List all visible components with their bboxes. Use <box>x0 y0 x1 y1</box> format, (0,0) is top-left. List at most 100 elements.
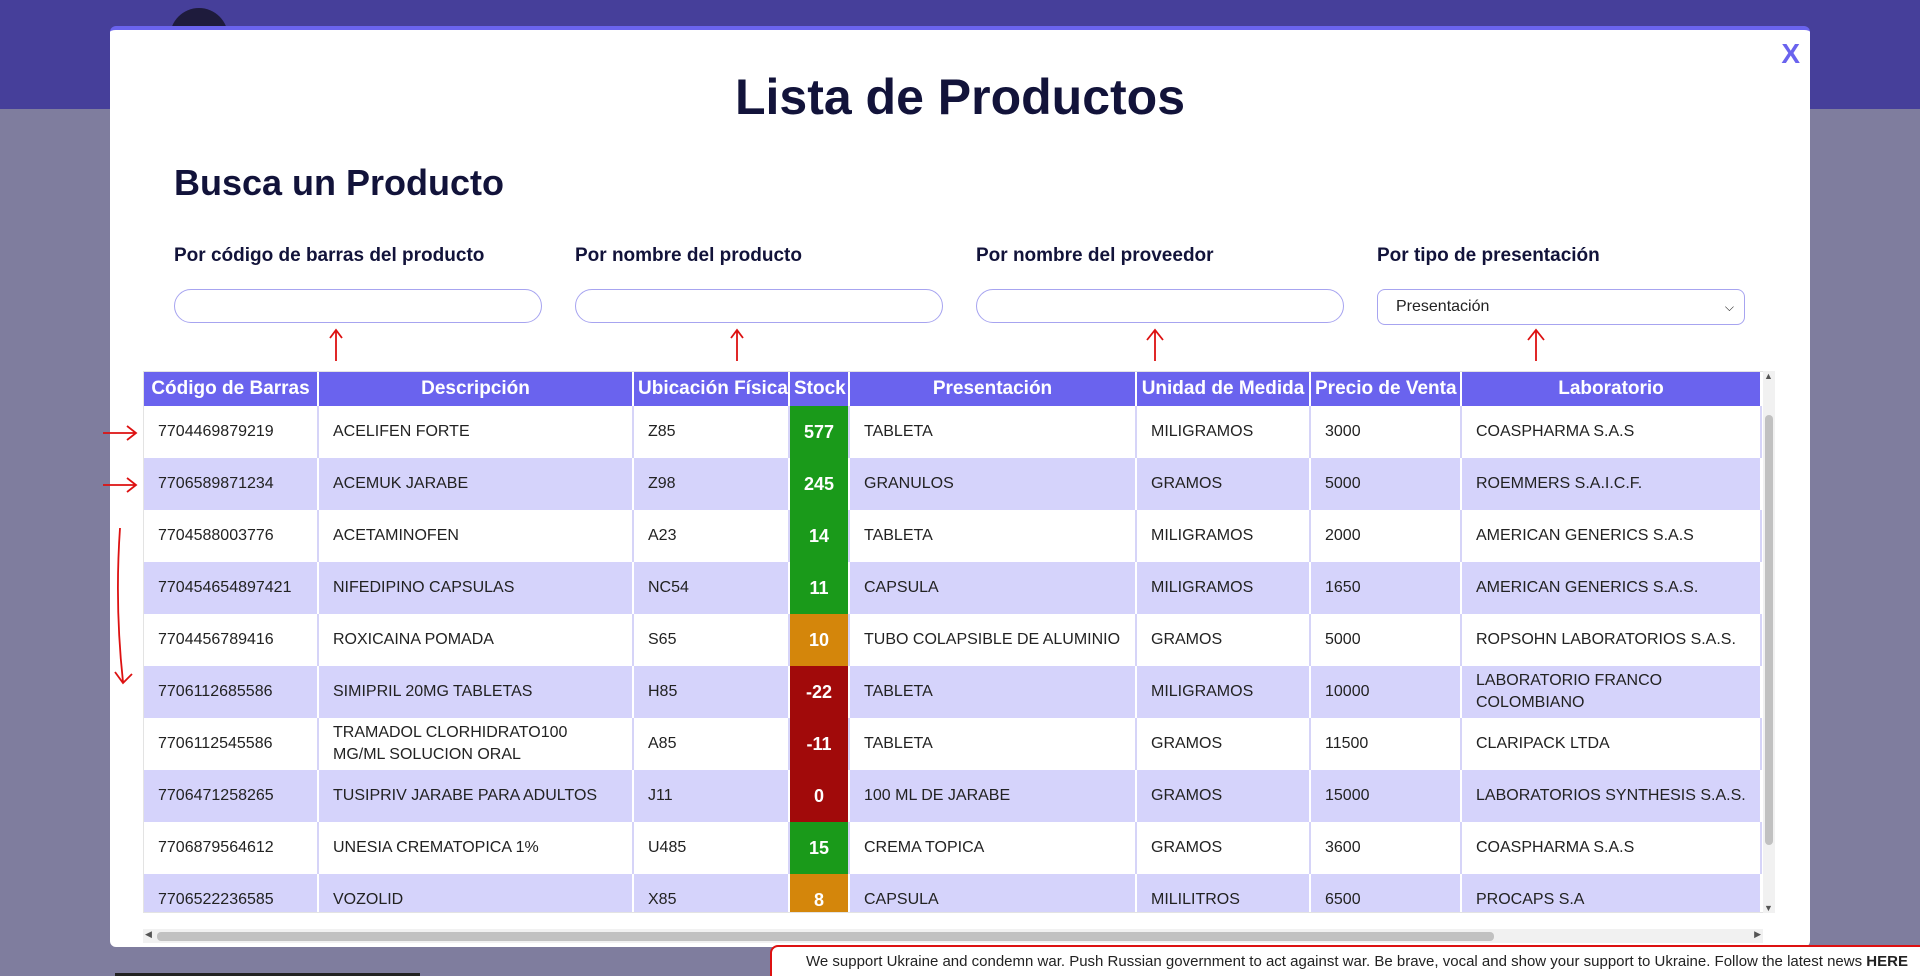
scroll-right-icon[interactable]: ▶ <box>1754 929 1761 940</box>
arrow-up-icon <box>329 328 343 361</box>
cell-presentation: CAPSULA <box>849 562 1137 614</box>
cell-price: 1650 <box>1310 562 1462 614</box>
ukraine-support-banner: We support Ukraine and condemn war. Push… <box>770 945 1920 976</box>
name-filter: Por nombre del producto <box>575 245 945 323</box>
cell-price: 5000 <box>1310 614 1462 666</box>
column-header-description[interactable]: Descripción <box>318 372 634 406</box>
table-row[interactable]: 7706112685586 SIMIPRIL 20MG TABLETAS H85… <box>144 666 1762 718</box>
stock-badge: 11 <box>789 562 850 614</box>
cell-location: H85 <box>633 666 790 718</box>
modal-title: Lista de Productos <box>734 69 1186 125</box>
cell-description: ROXICAINA POMADA <box>318 614 634 666</box>
stock-badge: 10 <box>789 614 850 666</box>
presentation-select-value: Presentación <box>1396 298 1490 315</box>
cell-lab: AMERICAN GENERICS S.A.S <box>1461 510 1762 562</box>
table-row[interactable]: 7704588003776 ACETAMINOFEN A23 14 TABLET… <box>144 510 1762 562</box>
table-row[interactable]: 7706112545586 TRAMADOL CLORHIDRATO100 MG… <box>144 718 1762 770</box>
table-row[interactable]: 7706879564612 UNESIA CREMATOPICA 1% U485… <box>144 822 1762 874</box>
supplier-search-input[interactable] <box>976 289 1344 323</box>
cell-description: NIFEDIPINO CAPSULAS <box>318 562 634 614</box>
barcode-filter: Por código de barras del producto <box>174 245 544 323</box>
cell-description: ACETAMINOFEN <box>318 510 634 562</box>
column-header-price[interactable]: Precio de Venta <box>1310 372 1462 406</box>
arrow-up-icon <box>1146 328 1164 361</box>
cell-presentation: CAPSULA <box>849 874 1137 912</box>
cell-presentation: TUBO COLAPSIBLE DE ALUMINIO <box>849 614 1137 666</box>
close-button[interactable]: X <box>1781 38 1800 70</box>
product-list-modal: X Lista de Productos Busca un Producto P… <box>103 26 1810 947</box>
stock-badge: 8 <box>789 874 850 912</box>
cell-lab: LABORATORIOS SYNTHESIS S.A.S. <box>1461 770 1762 822</box>
barcode-filter-label: Por código de barras del producto <box>174 245 485 266</box>
cell-lab: AMERICAN GENERICS S.A.S. <box>1461 562 1762 614</box>
cell-description: SIMIPRIL 20MG TABLETAS <box>318 666 634 718</box>
cell-presentation: 100 ML DE JARABE <box>849 770 1137 822</box>
cell-barcode: 7704456789416 <box>144 614 319 666</box>
search-section-title: Busca un Producto <box>174 162 505 203</box>
cell-lab: COASPHARMA S.A.S <box>1461 822 1762 874</box>
cell-lab: COASPHARMA S.A.S <box>1461 406 1762 458</box>
stock-badge: 0 <box>789 770 850 822</box>
products-table-container: Código de Barras Descripción Ubicación F… <box>143 371 1774 913</box>
cell-unit: MILIGRAMOS <box>1136 510 1311 562</box>
cell-barcode: 7704469879219 <box>144 406 319 458</box>
column-header-stock[interactable]: Stock <box>789 372 850 406</box>
column-header-lab[interactable]: Laboratorio <box>1461 372 1762 406</box>
cell-lab: ROEMMERS S.A.I.C.F. <box>1461 458 1762 510</box>
scrollbar-thumb[interactable] <box>157 932 1494 941</box>
table-row[interactable]: 7706471258265 TUSIPRIV JARABE PARA ADULT… <box>144 770 1762 822</box>
cell-unit: GRAMOS <box>1136 822 1311 874</box>
cell-location: J11 <box>633 770 790 822</box>
cell-description: UNESIA CREMATOPICA 1% <box>318 822 634 874</box>
banner-link[interactable]: HERE <box>1866 953 1908 970</box>
name-search-input[interactable] <box>575 289 943 323</box>
column-header-barcode[interactable]: Código de Barras <box>144 372 319 406</box>
table-row[interactable]: 7706522236585 VOZOLID X85 8 CAPSULA MILI… <box>144 874 1762 912</box>
presentation-filter-label: Por tipo de presentación <box>1377 245 1600 266</box>
banner-text: We support Ukraine and condemn war. Push… <box>806 953 1867 970</box>
cell-presentation: TABLETA <box>849 666 1137 718</box>
products-table: Código de Barras Descripción Ubicación F… <box>144 372 1762 912</box>
table-row[interactable]: 7704469879219 ACELIFEN FORTE Z85 577 TAB… <box>144 406 1762 458</box>
cell-price: 15000 <box>1310 770 1462 822</box>
barcode-search-input[interactable] <box>174 289 542 323</box>
column-header-presentation[interactable]: Presentación <box>849 372 1137 406</box>
table-row[interactable]: 7706589871234 ACEMUK JARABE Z98 245 GRAN… <box>144 458 1762 510</box>
column-header-location[interactable]: Ubicación Física <box>633 372 790 406</box>
scroll-up-icon[interactable]: ▲ <box>1764 371 1773 381</box>
arrow-up-icon <box>730 328 744 361</box>
cell-presentation: CREMA TOPICA <box>849 822 1137 874</box>
cell-lab: LABORATORIO FRANCO COLOMBIANO <box>1461 666 1762 718</box>
column-header-unit[interactable]: Unidad de Medida <box>1136 372 1311 406</box>
table-horizontal-scrollbar[interactable]: ◀ ▶ <box>143 929 1763 943</box>
cell-barcode: 7706112685586 <box>144 666 319 718</box>
table-row[interactable]: 770454654897421 NIFEDIPINO CAPSULAS NC54… <box>144 562 1762 614</box>
scroll-left-icon[interactable]: ◀ <box>145 929 152 940</box>
cell-unit: MILIGRAMOS <box>1136 666 1311 718</box>
scrollbar-thumb[interactable] <box>1765 415 1773 845</box>
cell-lab: ROPSOHN LABORATORIOS S.A.S. <box>1461 614 1762 666</box>
presentation-select[interactable]: Presentación ⌵ <box>1377 289 1745 325</box>
cell-unit: GRAMOS <box>1136 770 1311 822</box>
arrow-right-icon <box>103 425 138 441</box>
cell-location: Z98 <box>633 458 790 510</box>
supplier-filter: Por nombre del proveedor <box>976 245 1346 323</box>
cell-price: 6500 <box>1310 874 1462 912</box>
stock-badge: -11 <box>789 718 850 770</box>
table-row[interactable]: 7704456789416 ROXICAINA POMADA S65 10 TU… <box>144 614 1762 666</box>
stock-badge: -22 <box>789 666 850 718</box>
cell-presentation: TABLETA <box>849 406 1137 458</box>
cell-description: VOZOLID <box>318 874 634 912</box>
stock-badge: 245 <box>789 458 850 510</box>
table-vertical-scrollbar[interactable]: ▲ ▼ <box>1763 371 1775 913</box>
cell-location: A23 <box>633 510 790 562</box>
cell-unit: MILIGRAMOS <box>1136 562 1311 614</box>
name-filter-label: Por nombre del producto <box>575 245 802 266</box>
cell-barcode: 770454654897421 <box>144 562 319 614</box>
scroll-down-icon[interactable]: ▼ <box>1764 903 1773 913</box>
arrow-down-icon <box>114 527 133 685</box>
cell-barcode: 7706471258265 <box>144 770 319 822</box>
cell-location: A85 <box>633 718 790 770</box>
chevron-down-icon: ⌵ <box>1724 299 1734 314</box>
cell-unit: GRAMOS <box>1136 458 1311 510</box>
